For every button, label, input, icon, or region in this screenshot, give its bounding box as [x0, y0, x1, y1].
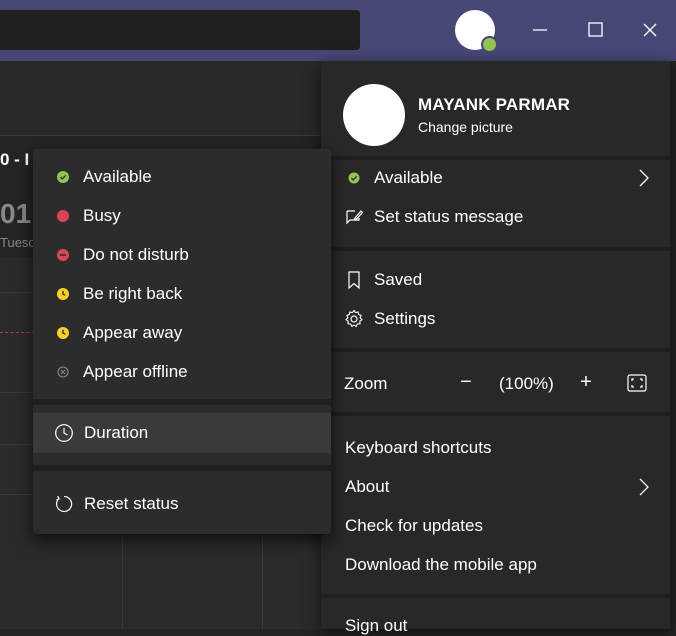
- zoom-row: Zoom − (100%) +: [321, 361, 670, 405]
- close-icon[interactable]: [638, 18, 662, 42]
- check-dot-icon: [57, 170, 69, 183]
- status-option-be-right-back[interactable]: Be right back: [33, 274, 331, 313]
- bookmark-icon: [344, 270, 364, 290]
- status-option-label: Available: [83, 166, 152, 186]
- title-bar: [0, 0, 676, 61]
- offline-x-icon: [57, 365, 69, 378]
- status-option-do-not-disturb[interactable]: Do not disturb: [33, 235, 331, 274]
- status-option-label: Appear offline: [83, 361, 188, 381]
- available-status-icon: [344, 168, 364, 188]
- calendar-day-number: 01: [0, 198, 32, 229]
- calendar-day-name: Tuesc: [0, 235, 35, 250]
- clock-icon: [55, 424, 73, 442]
- about-menu[interactable]: About: [345, 477, 389, 497]
- calendar-header: [0, 61, 330, 136]
- status-option-busy[interactable]: Busy: [33, 196, 331, 235]
- status-option-label: Busy: [83, 205, 121, 225]
- reset-icon: [56, 495, 73, 512]
- status-option-available[interactable]: Available: [33, 157, 331, 196]
- check-for-updates-link[interactable]: Check for updates: [345, 516, 483, 536]
- dnd-dot-icon: [57, 248, 69, 261]
- change-picture-link[interactable]: Change picture: [418, 119, 513, 135]
- gear-icon: [344, 309, 364, 329]
- status-option-label: Do not disturb: [83, 244, 189, 264]
- calendar-date-range: 0 - I: [0, 150, 30, 169]
- settings-label: Settings: [374, 309, 436, 328]
- settings-button[interactable]: Settings: [344, 309, 435, 329]
- saved-label: Saved: [374, 270, 423, 289]
- reset-status-button[interactable]: Reset status: [33, 484, 331, 523]
- maximize-icon[interactable]: [583, 18, 607, 42]
- keyboard-shortcuts-link[interactable]: Keyboard shortcuts: [345, 438, 491, 458]
- zoom-in-button[interactable]: +: [579, 371, 593, 394]
- zoom-value: (100%): [499, 374, 554, 393]
- sign-out-link[interactable]: Sign out: [345, 616, 407, 636]
- chevron-right-icon: [639, 478, 649, 496]
- duration-label: Duration: [84, 423, 149, 442]
- download-mobile-app-link[interactable]: Download the mobile app: [345, 555, 537, 575]
- status-option-appear-away[interactable]: Appear away: [33, 313, 331, 352]
- edit-message-icon: [344, 207, 364, 227]
- status-menu: Available Busy Do not disturb Be right b…: [33, 149, 331, 534]
- search-input[interactable]: [0, 10, 360, 50]
- minimize-icon[interactable]: [528, 18, 552, 42]
- saved-button[interactable]: Saved: [344, 270, 422, 290]
- status-option-label: Appear away: [83, 322, 183, 342]
- profile-panel: MAYANK PARMAR Change picture Available S…: [321, 61, 670, 635]
- reset-status-label: Reset status: [84, 493, 179, 513]
- set-status-message-button[interactable]: Set status message: [344, 207, 523, 227]
- set-status-message-label: Set status message: [374, 207, 524, 226]
- status-option-appear-offline[interactable]: Appear offline: [33, 352, 331, 391]
- zoom-out-button[interactable]: −: [459, 371, 473, 394]
- status-option-label: Be right back: [83, 283, 183, 303]
- status-selector[interactable]: Available: [344, 168, 443, 188]
- profile-name: MAYANK PARMAR: [418, 95, 571, 114]
- duration-button[interactable]: Duration: [33, 413, 331, 453]
- status-label: Available: [374, 168, 443, 187]
- fullscreen-icon[interactable]: [627, 374, 647, 392]
- busy-dot-icon: [57, 209, 69, 222]
- profile-picture[interactable]: [343, 84, 405, 146]
- available-status-dot: [481, 36, 498, 53]
- clock-dot-icon: [57, 287, 69, 300]
- zoom-label: Zoom: [344, 374, 388, 393]
- chevron-right-icon: [639, 169, 649, 187]
- clock-dot-icon: [57, 326, 69, 339]
